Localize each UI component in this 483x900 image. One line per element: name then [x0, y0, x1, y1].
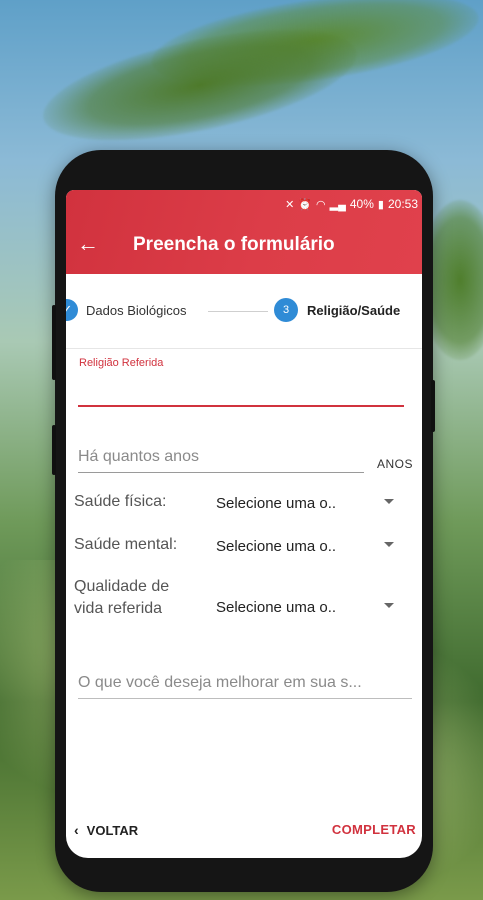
complete-button[interactable]: COMPLETAR — [332, 822, 416, 837]
phone-power-button — [431, 380, 435, 432]
religion-input[interactable] — [78, 377, 404, 407]
years-suffix: ANOS — [377, 457, 414, 471]
chevron-left-icon: ‹ — [74, 822, 79, 838]
years-input[interactable] — [78, 441, 364, 473]
alarm-icon: ⏰ — [298, 198, 312, 211]
arrow-left-icon[interactable]: ← — [74, 230, 102, 258]
back-button[interactable]: ‹ VOLTAR — [74, 822, 138, 838]
mental-health-select[interactable]: Selecione uma o.. — [216, 532, 404, 560]
wifi-icon: ◠ — [316, 198, 326, 211]
step-label-dados-biologicos[interactable]: Dados Biológicos — [86, 303, 186, 318]
footer-nav: ‹ VOLTAR COMPLETAR — [66, 818, 422, 848]
mute-icon: ✕ — [285, 198, 295, 211]
back-button-label: VOLTAR — [86, 822, 139, 838]
status-time: 20:53 — [387, 197, 418, 211]
dropdown-arrow-icon — [384, 542, 394, 547]
physical-health-select[interactable]: Selecione uma o.. — [216, 489, 404, 517]
stepper: ✓ Dados Biológicos 3 Religião/Saúde — [66, 274, 422, 349]
dropdown-arrow-icon — [384, 603, 394, 608]
battery-percent: 40% — [349, 197, 374, 211]
page-title: Preencha o formulário — [133, 234, 335, 255]
stepper-connector — [208, 311, 268, 312]
physical-health-label: Saúde física: — [74, 493, 167, 510]
step-label-religiao-saude[interactable]: Religião/Saúde — [307, 303, 400, 318]
phone-side-button — [52, 425, 56, 475]
religion-label: Religião Referida — [79, 357, 164, 369]
signal-icon: ▂▄ — [329, 198, 346, 211]
battery-icon: ▮ — [377, 198, 384, 211]
physical-health-value: Selecione uma o.. — [216, 494, 337, 512]
quality-of-life-label-line2: vida referida — [74, 600, 163, 617]
step-number: 3 — [274, 298, 298, 322]
quality-of-life-value: Selecione uma o.. — [216, 598, 337, 616]
quality-of-life-label-line1: Qualidade de — [74, 578, 170, 595]
phone-volume-button — [52, 305, 56, 380]
app-bar: ✕ ⏰ ◠ ▂▄ 40% ▮ 20:53 ← Preencha o formul… — [66, 190, 422, 274]
mental-health-value: Selecione uma o.. — [216, 537, 337, 555]
check-icon: ✓ — [66, 299, 78, 321]
dropdown-arrow-icon — [384, 499, 394, 504]
improve-input[interactable] — [78, 667, 412, 699]
mental-health-label: Saúde mental: — [74, 536, 178, 553]
phone-screen: ✕ ⏰ ◠ ▂▄ 40% ▮ 20:53 ← Preencha o formul… — [66, 190, 422, 858]
quality-of-life-label: Qualidade de vida referida — [74, 576, 169, 620]
quality-of-life-select[interactable]: Selecione uma o.. — [216, 593, 404, 621]
status-bar: ✕ ⏰ ◠ ▂▄ 40% ▮ 20:53 — [285, 194, 418, 214]
